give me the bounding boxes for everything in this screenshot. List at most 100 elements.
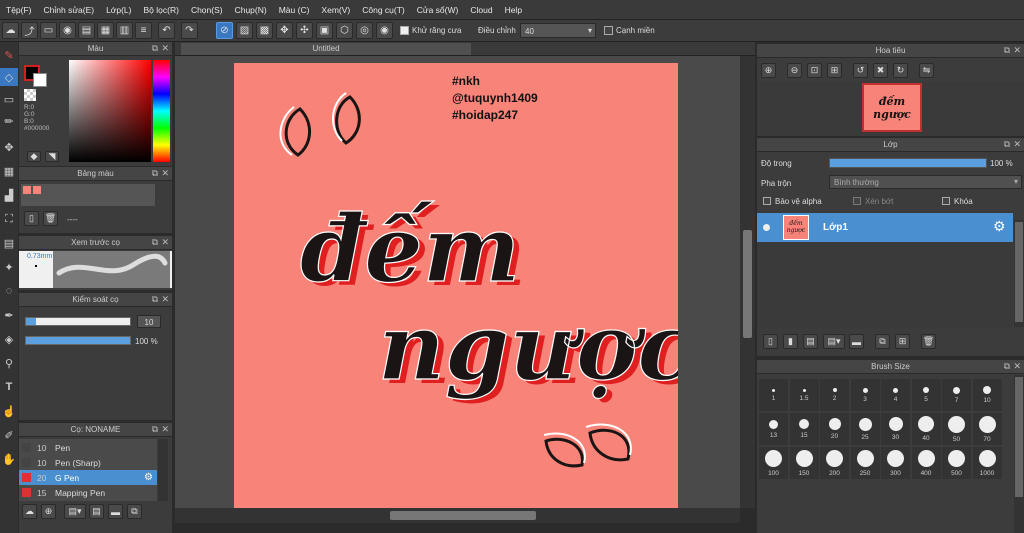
- palette-swatch[interactable]: [33, 186, 41, 194]
- brush-size-cell[interactable]: 4: [881, 379, 910, 411]
- brush-size-cell[interactable]: 40: [911, 413, 941, 445]
- new-layer-icon[interactable]: ▯: [763, 334, 778, 349]
- color-add-icon[interactable]: ◆: [27, 151, 41, 162]
- undo-icon[interactable]: ↶: [158, 22, 175, 39]
- fit-icon[interactable]: ⊡: [807, 63, 822, 78]
- brush-size-cell[interactable]: 3: [850, 379, 880, 411]
- dropper-tool-icon[interactable]: ⚲: [0, 354, 18, 372]
- brush-size-cell[interactable]: 13: [759, 413, 788, 445]
- popout-icon[interactable]: ⧉: [1004, 361, 1010, 372]
- layer-opacity-slider[interactable]: [829, 158, 987, 168]
- eye-icon[interactable]: [763, 224, 770, 231]
- clipping-checkbox[interactable]: [853, 197, 861, 205]
- hue-slider[interactable]: [153, 60, 170, 162]
- menu-item[interactable]: Xem(V): [315, 5, 356, 15]
- gradient-tool-icon[interactable]: ▤: [0, 234, 18, 252]
- menu-item[interactable]: Màu (C): [273, 5, 316, 15]
- zoom-out-icon[interactable]: ⊖: [787, 63, 802, 78]
- menu-item[interactable]: Công cụ(T): [356, 5, 411, 15]
- layer-copy-icon[interactable]: ⧉: [875, 334, 890, 349]
- brush-menu-icon[interactable]: ▤▾: [64, 504, 86, 519]
- hand-pointer-tool-icon[interactable]: ☝: [0, 402, 18, 420]
- background-swatch[interactable]: [33, 73, 47, 87]
- menu-item[interactable]: Chọn(S): [185, 5, 229, 15]
- brush-size-cell[interactable]: 50: [942, 413, 971, 445]
- brush-row[interactable]: 20 G Pen ⚙: [19, 470, 157, 485]
- brush-size-cell[interactable]: 25: [850, 413, 880, 445]
- drawing-canvas[interactable]: đếm đếm ngược ngược #nkh @tuquynh1409 #h…: [234, 63, 678, 508]
- stack-icon[interactable]: ≡: [135, 22, 152, 39]
- menu-item[interactable]: Lớp(L): [100, 5, 137, 15]
- popout-icon[interactable]: ⧉: [152, 424, 158, 435]
- brush-size-value[interactable]: 10: [137, 315, 161, 328]
- close-icon[interactable]: ✕: [161, 294, 169, 305]
- brush-size-cell[interactable]: 70: [972, 413, 1002, 445]
- rotate-right-icon[interactable]: ↻: [893, 63, 908, 78]
- saturation-value-picker[interactable]: [69, 60, 151, 162]
- zoom-in-icon[interactable]: ⊕: [761, 63, 776, 78]
- brush-tool-icon[interactable]: ✎: [0, 46, 18, 64]
- layer-scrollbar[interactable]: [1014, 220, 1024, 327]
- folder-icon[interactable]: ▬: [108, 504, 123, 519]
- menu-item[interactable]: Chụp(N): [229, 5, 273, 15]
- close-icon[interactable]: ✕: [161, 424, 169, 435]
- popout-icon[interactable]: ⧉: [1004, 139, 1010, 150]
- layer-add-menu-icon[interactable]: ▤▾: [823, 334, 845, 349]
- layer-scroll-thumb[interactable]: [1015, 222, 1023, 322]
- brush-size-cell[interactable]: 5: [911, 379, 941, 411]
- bucket-tool-icon[interactable]: ⛶: [0, 210, 18, 228]
- brush-row[interactable]: 10 Pen (Sharp): [19, 455, 157, 470]
- brush-opacity-slider[interactable]: [25, 336, 131, 345]
- blend-mode-select[interactable]: Bình thường ▾: [829, 175, 1022, 189]
- horizontal-scroll-thumb[interactable]: [390, 511, 536, 520]
- mesh-icon[interactable]: ▩: [256, 22, 273, 39]
- lasso-icon[interactable]: ▣: [316, 22, 333, 39]
- no-selection-icon[interactable]: ⊘: [216, 22, 233, 39]
- close-icon[interactable]: ✕: [161, 237, 169, 248]
- transparent-swatch[interactable]: [24, 89, 36, 101]
- target-icon[interactable]: ◉: [376, 22, 393, 39]
- close-icon[interactable]: ✕: [161, 43, 169, 54]
- popout-icon[interactable]: ⧉: [152, 294, 158, 305]
- popout-icon[interactable]: ⧉: [152, 43, 158, 54]
- brush-size-cell[interactable]: 200: [820, 447, 849, 479]
- brush-list-scrollbar[interactable]: [158, 439, 168, 501]
- brush-size-cell[interactable]: 300: [881, 447, 910, 479]
- brush-size-cell[interactable]: 20: [820, 413, 849, 445]
- gear-icon[interactable]: ⚙: [993, 218, 1006, 235]
- comment-icon[interactable]: ◉: [59, 22, 76, 39]
- menu-item[interactable]: Chỉnh sửa(E): [38, 5, 101, 15]
- layer-trash-icon[interactable]: 🗑: [921, 334, 936, 349]
- lasso-tool-icon[interactable]: ◌: [0, 282, 18, 300]
- grid-icon[interactable]: ▦: [97, 22, 114, 39]
- move-icon[interactable]: ✥: [276, 22, 293, 39]
- hex-icon[interactable]: ⬡: [336, 22, 353, 39]
- brush-size-cell[interactable]: 15: [789, 413, 819, 445]
- adjust-select[interactable]: 40 ▾: [520, 23, 596, 38]
- ring-icon[interactable]: ◎: [356, 22, 373, 39]
- antialias-checkbox[interactable]: [400, 26, 409, 35]
- magic-wand-tool-icon[interactable]: ✦: [0, 258, 18, 276]
- brush-size-cell[interactable]: 500: [942, 447, 971, 479]
- horizontal-scrollbar[interactable]: [175, 508, 740, 523]
- eraser-tool-icon[interactable]: ◇: [0, 68, 18, 86]
- vertical-scroll-thumb[interactable]: [743, 230, 752, 338]
- brush-size-cell[interactable]: 250: [850, 447, 880, 479]
- menu-item[interactable]: Help: [499, 5, 528, 15]
- fill-tool-icon[interactable]: ▟: [0, 186, 18, 204]
- new-layer-halftone-icon[interactable]: ▤: [803, 334, 818, 349]
- close-icon[interactable]: ✕: [161, 168, 169, 179]
- protect-alpha-checkbox[interactable]: [763, 197, 771, 205]
- gear-icon[interactable]: ⚙: [144, 472, 153, 483]
- brush-row[interactable]: 15 Mapping Pen: [19, 485, 157, 500]
- brush-size-scroll-thumb[interactable]: [1015, 377, 1023, 497]
- brush-size-scrollbar[interactable]: [1014, 375, 1024, 533]
- brush-doc-icon[interactable]: ▤: [89, 504, 104, 519]
- brush-size-cell[interactable]: 30: [881, 413, 910, 445]
- reset-icon[interactable]: ✖: [873, 63, 888, 78]
- menu-item[interactable]: Cloud: [464, 5, 498, 15]
- eyedropper-tool-icon[interactable]: ✐: [0, 426, 18, 444]
- brush-size-cell[interactable]: 1000: [972, 447, 1002, 479]
- brush-size-slider[interactable]: [25, 317, 131, 326]
- popout-icon[interactable]: ⧉: [152, 237, 158, 248]
